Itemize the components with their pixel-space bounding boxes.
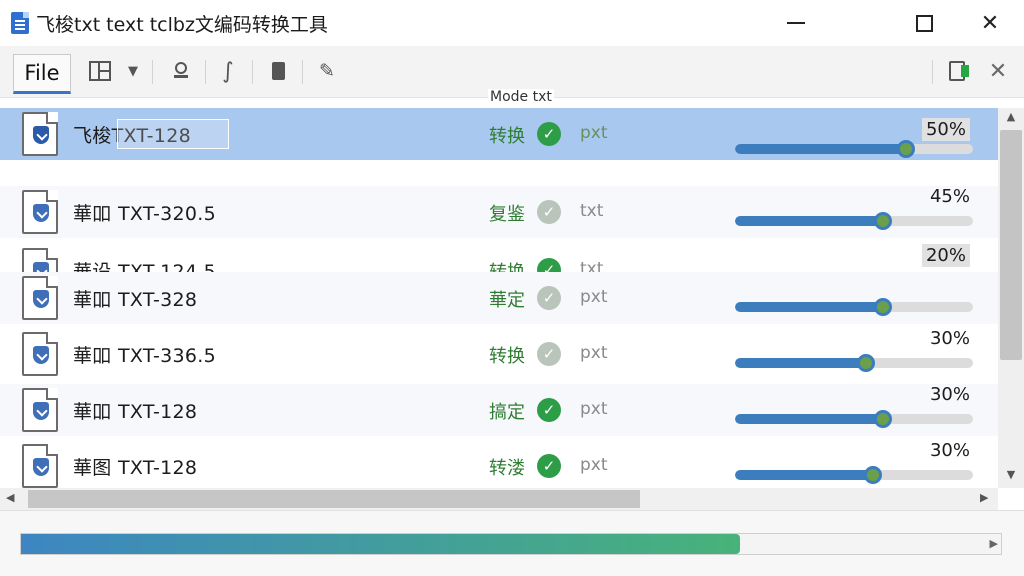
status-check-icon: ✓ <box>537 286 561 310</box>
progress-handle-icon[interactable] <box>897 140 915 158</box>
status-check-icon: ✓ <box>537 200 561 224</box>
conversion-status: 转溇 <box>489 458 525 479</box>
progress-track <box>735 358 973 368</box>
stamp-icon[interactable] <box>168 58 194 84</box>
progress-handle-icon[interactable] <box>874 410 892 428</box>
toolbar-divider <box>932 60 933 84</box>
file-icon <box>22 112 58 156</box>
conversion-status: 转换 <box>489 346 525 367</box>
output-extension: txt <box>580 201 604 221</box>
file-icon <box>22 276 58 320</box>
minimize-icon <box>787 22 805 24</box>
output-extension: pxt <box>580 123 608 143</box>
table-row[interactable]: 華吅 TXT-336.5 转换 ✓ pxt 30% <box>0 328 998 380</box>
progress-track <box>735 414 973 424</box>
horizontal-scrollbar[interactable]: ◀ ▶ <box>0 488 998 510</box>
scroll-down-icon[interactable]: ▼ <box>998 468 1024 486</box>
file-name: 華吅 TXT-336.5 <box>73 345 217 367</box>
conversion-status: 華定 <box>489 290 525 311</box>
panel-icon[interactable] <box>944 58 970 84</box>
conversion-status: 转换 <box>489 126 525 147</box>
output-extension: pxt <box>580 455 608 475</box>
file-icon <box>22 444 58 488</box>
progress-percent: 20% <box>921 244 970 267</box>
list-header: Mode txt <box>0 89 998 108</box>
overall-progress-bar: ▶ <box>20 533 1002 555</box>
pen-icon[interactable]: ∫ <box>216 58 240 84</box>
output-extension: pxt <box>580 343 608 363</box>
file-name: 華图 TXT-128 <box>73 457 198 479</box>
file-icon <box>22 388 58 432</box>
status-check-icon: ✓ <box>537 454 561 478</box>
progress-handle-icon[interactable] <box>857 354 875 372</box>
toolbar-divider <box>152 60 153 84</box>
file-menu-button[interactable]: File <box>13 54 71 94</box>
close-icon: ✕ <box>980 10 1000 36</box>
toolbar-divider <box>205 60 206 84</box>
close-panel-icon[interactable]: ✕ <box>986 58 1010 84</box>
file-icon <box>22 190 58 234</box>
progress-percent: 45% <box>929 186 970 207</box>
mode-column-header[interactable]: Mode txt <box>488 89 554 105</box>
file-name-edit-box[interactable] <box>117 119 229 149</box>
table-row[interactable]: 華吅 TXT-128 搞定 ✓ pxt 30% <box>0 384 998 436</box>
horizontal-scroll-thumb[interactable] <box>28 490 640 508</box>
maximize-button[interactable] <box>892 0 956 46</box>
toolbar-divider <box>302 60 303 84</box>
wrench-icon[interactable]: ✎ <box>314 58 340 84</box>
progress-track <box>735 302 973 312</box>
file-name: 華吅 TXT-128 <box>73 401 198 423</box>
progress-track <box>735 144 973 154</box>
minimize-button[interactable] <box>764 0 828 46</box>
title-bar: 飞梭txt text tclbz文编码转换工具 ✕ <box>0 0 1024 46</box>
progress-fill <box>735 216 883 226</box>
table-row[interactable]: 華吅 TXT-320.5 复鉴 ✓ txt 45% <box>0 186 998 238</box>
layout-icon[interactable] <box>88 58 112 84</box>
vertical-scroll-thumb[interactable] <box>1000 130 1022 360</box>
dropdown-icon[interactable]: ▼ <box>123 58 143 84</box>
table-row[interactable]: 華吅 TXT-328 華定 ✓ pxt <box>0 272 998 324</box>
progress-fill <box>735 414 883 424</box>
progress-track <box>735 470 973 480</box>
progress-handle-icon[interactable] <box>874 298 892 316</box>
progress-percent: 30% <box>929 328 970 349</box>
progress-fill <box>735 470 874 480</box>
progress-track <box>735 216 973 226</box>
overall-progress-fill <box>21 534 741 554</box>
file-name: 華吅 TXT-328 <box>73 289 198 311</box>
window-title: 飞梭txt text tclbz文编码转换工具 <box>36 14 328 36</box>
toolbar-divider <box>252 60 253 84</box>
output-extension: pxt <box>580 287 608 307</box>
file-list: 飞梭TXT-128转换✓pxt50%華吅 TXT-320.5复鉴✓txt45%華… <box>0 108 998 488</box>
scroll-left-icon[interactable]: ◀ <box>6 491 14 504</box>
scroll-up-icon[interactable]: ▲ <box>998 110 1024 128</box>
progress-handle-icon[interactable] <box>864 466 882 484</box>
progress-percent: 30% <box>929 440 970 461</box>
close-window-button[interactable]: ✕ <box>958 0 1022 46</box>
progress-fill <box>735 358 866 368</box>
conversion-status: 复鉴 <box>489 204 525 225</box>
status-check-icon: ✓ <box>537 342 561 366</box>
table-row[interactable]: 華图 TXT-128 转溇 ✓ pxt 30% <box>0 440 998 488</box>
bookmark-icon[interactable] <box>266 58 290 84</box>
app-document-icon <box>11 12 29 34</box>
status-bar: ▶ <box>0 510 1024 576</box>
vertical-scrollbar[interactable]: ▲ ▼ <box>998 108 1024 488</box>
status-check-icon: ✓ <box>537 398 561 422</box>
progress-handle-icon[interactable] <box>874 212 892 230</box>
maximize-icon <box>915 14 933 32</box>
scroll-right-icon[interactable]: ▶ <box>980 491 988 504</box>
status-check-icon: ✓ <box>537 122 561 146</box>
output-extension: pxt <box>580 399 608 419</box>
progress-percent: 30% <box>929 384 970 405</box>
file-name: 華吅 TXT-320.5 <box>73 203 217 225</box>
file-icon <box>22 332 58 376</box>
table-row[interactable]: 飞梭TXT-128 转换 ✓ pxt 50% <box>0 108 998 160</box>
progress-percent: 50% <box>921 118 970 141</box>
progress-fill <box>735 302 883 312</box>
conversion-status: 搞定 <box>489 402 525 423</box>
progress-fill <box>735 144 907 154</box>
progress-expand-icon[interactable]: ▶ <box>990 537 998 550</box>
